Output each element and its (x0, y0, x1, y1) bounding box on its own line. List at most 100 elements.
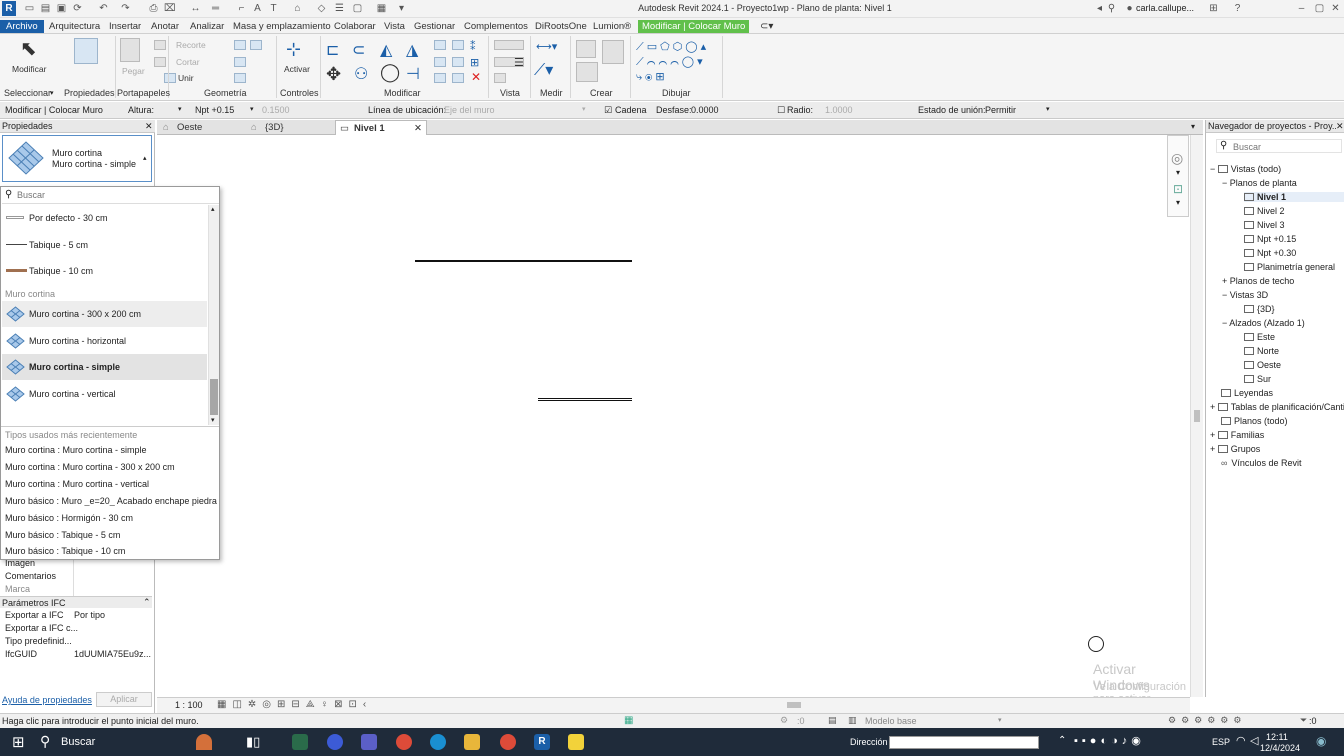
drawing-canvas[interactable]: ◎ ▾ ⊡ ▾ Activar Windows Ve a Configuraci… (157, 135, 1190, 717)
modify-extra-2-icon[interactable]: ⊞ (470, 56, 479, 69)
recent-item-2[interactable]: Muro cortina : Muro cortina - 300 x 200 … (5, 462, 175, 472)
tree-revit-links[interactable]: ∞ Vínculos de Revit (1221, 458, 1301, 468)
view-lines-icon[interactable]: ☰ (514, 56, 524, 69)
location-dropdown-icon[interactable]: ▾ (582, 105, 586, 113)
type-search-input[interactable] (17, 188, 215, 202)
tree-npt-015[interactable]: Npt +0.15 (1244, 234, 1296, 244)
view-tab-3d[interactable]: ⌂ {3D} (247, 120, 332, 135)
arrow-left-icon[interactable]: ◂ (1094, 3, 1105, 14)
tree-families[interactable]: + Familias (1210, 430, 1264, 440)
geometry-tool-icon[interactable] (234, 40, 246, 50)
recent-item-6[interactable]: Muro básico : Tabique - 5 cm (5, 530, 120, 540)
search-icon[interactable]: ⚲ (40, 733, 50, 750)
browser-search-input[interactable] (1233, 141, 1339, 152)
revit-taskbar-icon[interactable]: R (534, 734, 550, 750)
chrome-icon[interactable] (396, 734, 412, 750)
list-item-cw-horizontal[interactable]: Muro cortina - horizontal (2, 328, 207, 354)
text-tool-icon[interactable]: T (268, 3, 279, 14)
desfase-field[interactable]: 0.0000 (691, 105, 719, 115)
ifc-value-export[interactable]: Por tipo (74, 610, 105, 620)
model-icon[interactable]: ▥ (848, 715, 857, 726)
view-tabs-dropdown-icon[interactable]: ▾ (1191, 122, 1195, 131)
tab-insertar[interactable]: Insertar (105, 20, 145, 33)
lumion-taskbar-icon[interactable] (568, 734, 584, 750)
view-scale[interactable]: 1 : 100 (175, 700, 203, 710)
selection-filter-icons[interactable]: ⚙⚙⚙⚙⚙⚙ (1168, 715, 1246, 726)
customize-qat-icon[interactable]: ▾ (396, 3, 407, 14)
zoom-dropdown-icon[interactable]: ▾ (1176, 198, 1180, 207)
tree-nivel-1[interactable]: Nivel 1 (1244, 192, 1344, 202)
activar-button[interactable]: Activar (284, 64, 310, 74)
recent-item-3[interactable]: Muro cortina : Muro cortina - vertical (5, 479, 149, 489)
curtain-wall-line[interactable] (538, 398, 632, 401)
chain-checkbox[interactable]: ☑ (604, 105, 612, 116)
taskbar-search[interactable]: Buscar (61, 736, 95, 748)
text-icon[interactable]: A (252, 3, 263, 14)
list-item-tabique-10[interactable]: Tabique - 10 cm (2, 258, 207, 284)
tab-analizar[interactable]: Analizar (186, 20, 228, 33)
tree-npt-030[interactable]: Npt +0.30 (1244, 248, 1296, 258)
tree-nivel-3[interactable]: Nivel 3 (1244, 220, 1285, 230)
list-item-cw-vertical[interactable]: Muro cortina - vertical (2, 381, 207, 407)
cart-icon[interactable]: ⊞ (1208, 3, 1219, 14)
recent-item-4[interactable]: Muro básico : Muro _e=20_ Acabado enchap… (5, 496, 219, 506)
tag-icon[interactable]: ⌐ (236, 3, 247, 14)
panel-seleccionar[interactable]: Seleccionar (4, 88, 51, 98)
tree-sur[interactable]: Sur (1244, 374, 1271, 384)
binoculars-icon[interactable]: ⚲ (1106, 3, 1117, 14)
view-control-icons[interactable]: ▦◫✲◎⊞⊟⟁♀⊠⊡‹ (217, 699, 372, 710)
ifc-section-header[interactable]: Parámetros IFC ⌃ (0, 596, 152, 608)
modify-extra-icon[interactable]: ⁑ (470, 40, 476, 53)
sync-icon[interactable]: ⟳ (72, 3, 83, 14)
scroll-down-icon[interactable]: ▾ (211, 416, 215, 424)
offset-tool-icon[interactable]: ⊂ (352, 40, 376, 59)
print-icon[interactable]: ⎙ (148, 3, 159, 14)
unir-button[interactable]: Unir (178, 73, 194, 83)
horizontal-scroll-thumb[interactable] (787, 702, 801, 708)
zoom-icon[interactable]: ⊡ (1173, 182, 1183, 196)
tree-norte[interactable]: Norte (1244, 346, 1279, 356)
recent-item-5[interactable]: Muro básico : Hormigón - 30 cm (5, 513, 133, 523)
measure-icon[interactable]: ⌧ (164, 3, 176, 14)
recent-item-7[interactable]: Muro básico : Tabique - 10 cm (5, 546, 125, 556)
teams-icon[interactable] (361, 734, 377, 750)
move-tool-icon[interactable]: ✥ (326, 64, 344, 84)
active-model[interactable]: Modelo base (865, 716, 917, 726)
geometry-tool-2-icon[interactable] (250, 40, 262, 50)
maximize-icon[interactable]: ▢ (1314, 3, 1325, 14)
view-tab-nivel-1[interactable]: ▭ Nivel 1 ✕ (335, 120, 427, 135)
dropdown-scrollbar[interactable]: ▴ ▾ (208, 205, 219, 425)
draw-tools-icon[interactable]: ⟋▭⬠⬡◯▴ ⟋⌒⌒⌒◯▾ ⤷⦿⊞ (636, 40, 726, 84)
section-icon[interactable]: ◇ (316, 3, 327, 14)
modify-cursor-icon[interactable]: ⬉ (20, 38, 40, 60)
dimension-icon[interactable]: ↔ (190, 3, 201, 14)
taskbar-widget-icon[interactable] (196, 734, 212, 750)
model-dropdown-icon[interactable]: ▾ (998, 716, 1002, 724)
tree-oeste[interactable]: Oeste (1244, 360, 1281, 370)
dimension-tool-icon[interactable]: ⟋▾ (534, 60, 564, 80)
tab-masa-emplazamiento[interactable]: Masa y emplazamiento (229, 20, 335, 33)
dropdown-scroll-thumb[interactable] (210, 379, 218, 415)
mirror-axis-icon[interactable]: ◭ (380, 40, 398, 59)
tree-sheets[interactable]: Planos (todo) (1221, 416, 1288, 426)
home-3d-icon[interactable]: ⌂ (292, 3, 303, 14)
geometry-tool-3-icon[interactable] (234, 57, 246, 67)
tab-colaborar[interactable]: Colaborar (330, 20, 380, 33)
scroll-up-icon[interactable]: ▴ (211, 205, 215, 213)
tab-archivo[interactable]: Archivo (0, 20, 44, 33)
split-gap-icon[interactable] (452, 40, 464, 50)
file-explorer-icon[interactable] (464, 734, 480, 750)
delete-icon[interactable]: ✕ (471, 70, 481, 84)
clock-time[interactable]: 12:11 (1266, 732, 1288, 742)
close-icon[interactable]: ✕ (1330, 3, 1341, 14)
location-select[interactable]: Eje del muro (444, 105, 495, 115)
tab-dirootsone[interactable]: DiRootsOne (531, 20, 591, 33)
notification-icon[interactable]: ◉ (1316, 734, 1326, 748)
pin-icon[interactable] (434, 73, 446, 83)
wall-line[interactable] (415, 260, 632, 262)
help-icon[interactable]: ? (1232, 3, 1243, 14)
close-hidden-icon[interactable]: ▢ (352, 3, 363, 14)
taskbar-app-2-icon[interactable] (327, 734, 343, 750)
tray-arrow-icon[interactable]: ⌃ (1058, 735, 1066, 746)
copy-tool-icon[interactable]: ⚇ (354, 64, 372, 83)
